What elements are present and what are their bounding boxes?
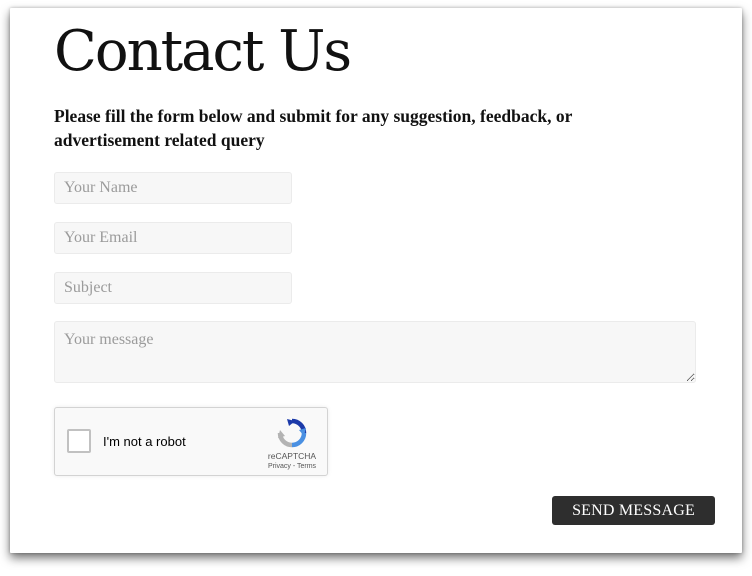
form-instructions: Please fill the form below and submit fo…	[54, 106, 573, 150]
page-title: Contact Us	[54, 19, 352, 84]
captcha-checkbox[interactable]	[67, 429, 91, 453]
recaptcha-privacy-terms[interactable]: Privacy - Terms	[255, 463, 329, 470]
message-textarea[interactable]	[54, 321, 696, 383]
email-field[interactable]	[54, 222, 292, 254]
recaptcha-logo-icon	[277, 418, 307, 448]
recaptcha-widget: I'm not a robot reCAPTCHA Privacy - Term…	[54, 407, 328, 476]
subject-field[interactable]	[54, 272, 292, 304]
send-message-button[interactable]: SEND MESSAGE	[552, 496, 715, 525]
name-field[interactable]	[54, 172, 292, 204]
captcha-label: I'm not a robot	[103, 434, 186, 449]
contact-panel: Contact Us Please fill the form below an…	[10, 8, 742, 553]
recaptcha-brand: reCAPTCHA	[267, 451, 317, 461]
